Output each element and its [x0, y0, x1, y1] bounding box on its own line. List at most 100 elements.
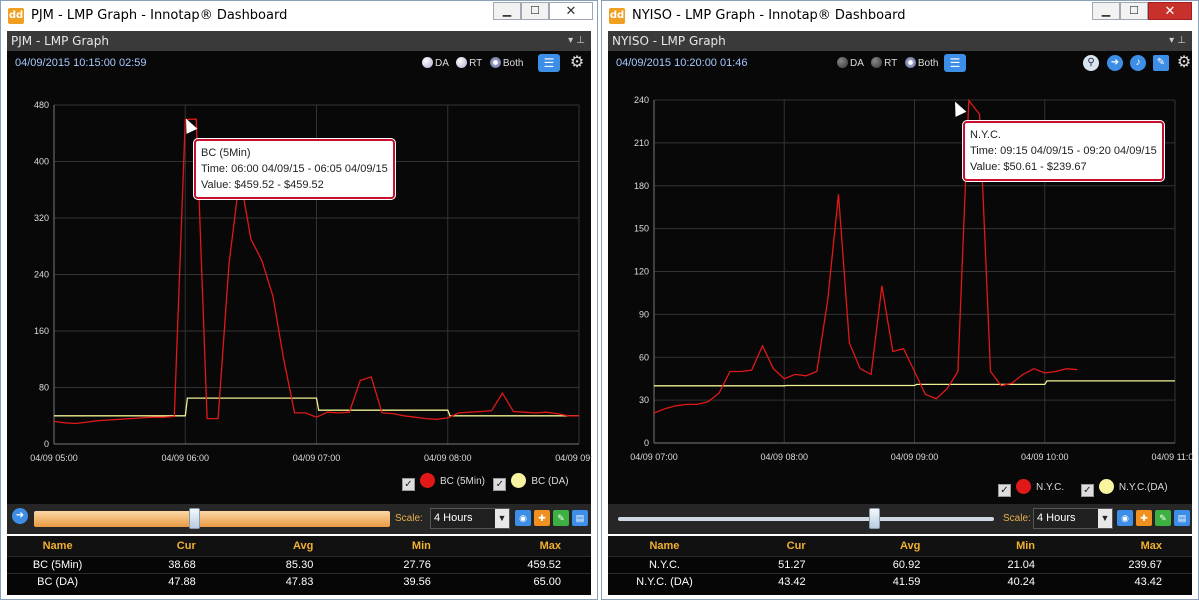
export-icon[interactable]: ▤ [572, 510, 588, 526]
scale-label: Scale: [1003, 513, 1031, 524]
y-tick-label: 480 [34, 100, 49, 110]
cell-max: 65.00 [460, 572, 591, 590]
gear-icon[interactable]: ⚙ [1173, 54, 1195, 72]
radio-rt-label[interactable]: RT [884, 58, 897, 69]
y-tick-label: 240 [34, 270, 49, 280]
col-header-avg[interactable]: Avg [225, 536, 344, 556]
radio-both-icon[interactable] [489, 57, 501, 68]
cell-avg: 41.59 [835, 572, 951, 590]
export-icon[interactable]: ▤ [1174, 510, 1190, 526]
y-tick-label: 60 [639, 352, 649, 362]
x-tick-label: 04/09 05:00 [30, 453, 78, 463]
radio-da-label[interactable]: DA [435, 58, 448, 69]
minimize-button[interactable]: ▁ [1092, 2, 1120, 20]
cell-avg: 85.30 [225, 555, 344, 573]
col-header-max[interactable]: Max [460, 536, 591, 556]
time-slider[interactable] [34, 511, 390, 527]
close-button[interactable]: ✕ [1148, 2, 1192, 20]
app-logo-icon: dd [609, 8, 625, 24]
table-row[interactable]: N.Y.C. 51.27 60.92 21.04 239.67 [608, 555, 1192, 573]
audio-icon[interactable]: ♪ [1130, 55, 1146, 71]
col-header-min[interactable]: Min [343, 536, 461, 556]
cell-cur: 51.27 [720, 555, 836, 573]
tooltip-title: N.Y.C. [970, 129, 1001, 141]
arrow-right-icon[interactable]: ➜ [1107, 55, 1123, 71]
zoom-icon[interactable]: ⚲ [1083, 55, 1099, 71]
table-row[interactable]: BC (5Min) 38.68 85.30 27.76 459.52 [7, 555, 591, 573]
col-header-name[interactable]: Name [608, 536, 721, 556]
table-row[interactable]: BC (DA) 47.88 47.83 39.56 65.00 [7, 572, 591, 590]
time-slider-thumb[interactable] [868, 508, 880, 529]
y-tick-label: 120 [634, 267, 649, 277]
list-icon[interactable]: ☰ [538, 54, 560, 72]
legend-checkbox[interactable]: ✓ [1080, 484, 1094, 497]
scale-label: Scale: [395, 513, 423, 524]
radio-both-icon[interactable] [904, 57, 916, 68]
pin-icon[interactable]: ▾ ⊥ [568, 31, 585, 51]
lmp-chart[interactable]: 0 80 160 240 320 400 480 04/09 05:00 04/09 06:00… [7, 51, 593, 504]
legend-swatch [511, 473, 527, 488]
window-title: NYISO - LMP Graph - Innotap® Dashboard [632, 8, 906, 23]
title-bar[interactable]: dd PJM - LMP Graph - Innotap® Dashboard … [1, 1, 597, 31]
arrow-right-icon[interactable]: ➜ [12, 508, 28, 524]
minimize-button[interactable]: ▁ [493, 2, 521, 20]
radio-da-icon[interactable] [837, 57, 848, 68]
col-header-name[interactable]: Name [7, 536, 109, 556]
tooltip-time: Time: 06:00 04/09/15 - 06:05 04/09/15 [201, 163, 388, 175]
x-tick-label: 04/09 07:00 [630, 452, 678, 462]
time-slider[interactable] [618, 517, 994, 521]
y-tick-label: 150 [634, 224, 649, 234]
x-tick-label: 04/09 10:00 [1021, 452, 1069, 462]
cell-cur: 47.88 [108, 572, 226, 590]
close-button[interactable]: ✕ [549, 2, 593, 20]
view-icon[interactable]: ◉ [1117, 510, 1133, 526]
tooltip-title: BC (5Min) [201, 147, 251, 159]
tooltip-value: Value: $50.61 - $239.67 [970, 161, 1087, 173]
edit-icon[interactable]: ✎ [553, 510, 569, 526]
legend-checkbox[interactable]: ✓ [493, 478, 507, 491]
cell-avg: 47.83 [225, 572, 344, 590]
maximize-button[interactable]: ☐ [1120, 2, 1148, 20]
col-header-min[interactable]: Min [950, 536, 1066, 556]
radio-rt-label[interactable]: RT [469, 58, 482, 69]
gear-icon[interactable]: ⚙ [566, 54, 588, 72]
cell-cur: 43.42 [720, 572, 836, 590]
chevron-down-icon: ▼ [495, 509, 509, 528]
col-header-max[interactable]: Max [1065, 536, 1192, 556]
edit-icon[interactable]: ✎ [1153, 55, 1169, 71]
pin-icon[interactable]: ▾ ⊥ [1169, 31, 1186, 51]
radio-rt-icon[interactable] [456, 57, 468, 68]
maximize-button[interactable]: ☐ [521, 2, 549, 20]
radio-rt-icon[interactable] [871, 57, 883, 68]
timestamp: 04/09/2015 10:15:00 02:59 [15, 57, 147, 69]
scale-dropdown[interactable]: 4 Hours ▼ [1033, 508, 1113, 529]
lmp-chart[interactable]: 0 30 60 90 120 150 180 210 240 04/09 07:00 04/09 0… [608, 51, 1194, 504]
chart-legend: ✓ N.Y.C. ✓ N.Y.C.(DA) [998, 479, 1168, 497]
x-tick-label: 04/09 07:00 [293, 453, 341, 463]
radio-da-label[interactable]: DA [850, 58, 863, 69]
col-header-cur[interactable]: Cur [720, 536, 836, 556]
title-bar[interactable]: dd NYISO - LMP Graph - Innotap® Dashboar… [602, 1, 1198, 31]
pjm-window: dd PJM - LMP Graph - Innotap® Dashboard … [0, 0, 598, 600]
scale-bar: ➜ Scale: 4 Hours ▼ ◉ ✚ ✎ ▤ [7, 504, 591, 534]
radio-both-label[interactable]: Both [503, 58, 524, 69]
options-icon[interactable]: ✚ [1136, 510, 1152, 526]
view-icon[interactable]: ◉ [515, 510, 531, 526]
cell-max: 459.52 [460, 555, 591, 573]
pane-header: NYISO - LMP Graph ▾ ⊥ [608, 31, 1192, 51]
radio-both-label[interactable]: Both [918, 58, 939, 69]
list-icon[interactable]: ☰ [944, 54, 966, 72]
cell-name: N.Y.C. [608, 555, 721, 573]
table-row[interactable]: N.Y.C. (DA) 43.42 41.59 40.24 43.42 [608, 572, 1192, 590]
col-header-avg[interactable]: Avg [835, 536, 951, 556]
scale-dropdown[interactable]: 4 Hours ▼ [430, 508, 510, 529]
radio-da-icon[interactable] [422, 57, 433, 68]
tooltip-time: Time: 09:15 04/09/15 - 09:20 04/09/15 [970, 145, 1157, 157]
time-slider-thumb[interactable] [189, 508, 201, 529]
edit-icon[interactable]: ✎ [1155, 510, 1171, 526]
legend-checkbox[interactable]: ✓ [402, 478, 415, 491]
col-header-cur[interactable]: Cur [108, 536, 226, 556]
options-icon[interactable]: ✚ [534, 510, 550, 526]
legend-label: N.Y.C.(DA) [1118, 482, 1168, 493]
legend-checkbox[interactable]: ✓ [998, 484, 1011, 497]
